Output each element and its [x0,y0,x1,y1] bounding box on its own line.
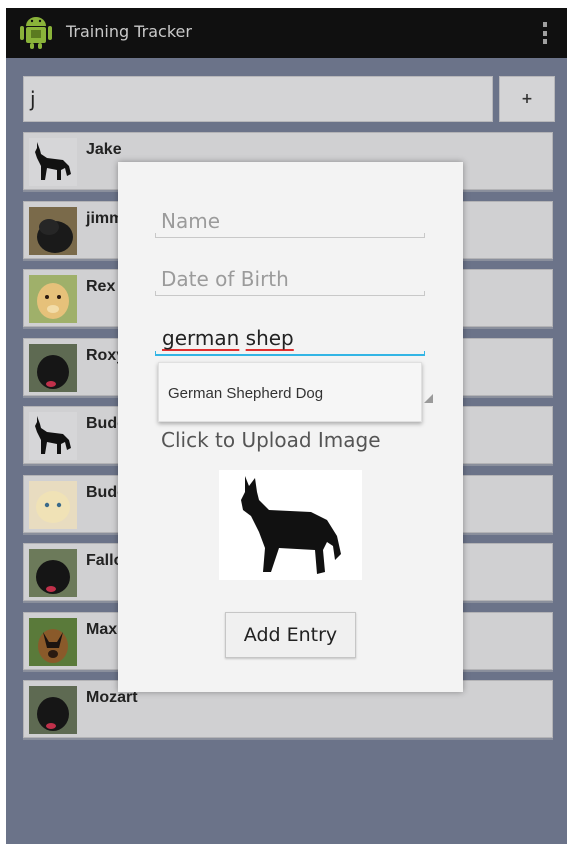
dog-thumbnail [29,344,77,392]
dog-name: Jake [86,141,122,158]
autocomplete-dropdown: German Shepherd Dog [158,362,422,422]
dog-thumbnail [29,275,77,323]
overflow-menu-icon[interactable] [543,22,549,44]
android-icon[interactable] [20,14,52,50]
dog-thumbnail [29,138,77,186]
dog-thumbnail [29,207,77,255]
action-bar: Training Tracker [6,8,567,58]
image-preview[interactable] [219,470,362,580]
upload-image-label[interactable]: Click to Upload Image [161,428,381,452]
dog-thumbnail [29,686,77,734]
dog-thumbnail [29,549,77,597]
search-field[interactable]: j [23,76,493,122]
dog-name: Rex [86,278,116,295]
dog-name: Max [86,621,118,638]
breed-input[interactable]: german shep [162,326,294,350]
dog-thumbnail [29,618,77,666]
add-dog-button[interactable]: + [499,76,555,122]
autocomplete-suggestion[interactable]: German Shepherd Dog [168,385,323,402]
spinner-arrow-icon [424,394,433,403]
dob-input[interactable] [155,262,425,296]
shepherd-silhouette-icon [241,476,341,574]
breed-text-word: shep [245,326,294,350]
name-input[interactable] [155,204,425,238]
dog-thumbnail [29,481,77,529]
add-entry-button[interactable]: Add Entry [225,612,356,658]
add-entry-dialog: german shep German Shepherd Dog Click to… [118,162,463,692]
name-field[interactable] [155,204,425,238]
dob-field[interactable] [155,262,425,296]
search-input[interactable]: j [24,77,492,121]
dog-thumbnail [29,412,77,460]
app-screen: Training Tracker j + Jake jimmy Rex Roxy… [6,8,567,844]
app-title: Training Tracker [66,22,192,41]
breed-field[interactable]: german shep [155,322,425,356]
breed-text-word: german [162,326,240,350]
